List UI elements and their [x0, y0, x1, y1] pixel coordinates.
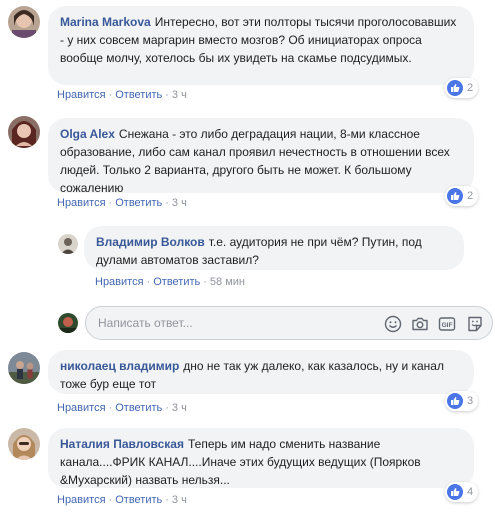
comment-bubble: Olga Alex Снежана - это либо деградация н…: [48, 118, 474, 195]
comment-time[interactable]: 3 ч: [172, 89, 187, 101]
like-icon: [447, 484, 463, 500]
reaction-number: 3: [467, 395, 474, 407]
avatar[interactable]: [8, 6, 40, 38]
reply-input[interactable]: Написать ответ... GIF: [85, 306, 493, 340]
comment-author[interactable]: Olga Alex: [60, 127, 115, 141]
comment-actions: Нравится · Ответить · 58 мин: [95, 276, 245, 288]
avatar[interactable]: [58, 234, 78, 254]
reaction-count[interactable]: 2: [445, 186, 479, 206]
comment-bubble: Владимир Волков т.е. аудитория не при чём…: [84, 226, 464, 270]
like-link[interactable]: Нравится: [57, 89, 106, 101]
comment-author[interactable]: Наталия Павловская: [60, 437, 184, 451]
comment-author[interactable]: Marina Markova: [60, 15, 151, 29]
reaction-number: 4: [467, 486, 474, 498]
gif-icon[interactable]: GIF: [437, 314, 457, 334]
avatar[interactable]: [8, 428, 40, 460]
reply-link[interactable]: Ответить: [115, 494, 162, 506]
reply-link[interactable]: Ответить: [115, 402, 162, 414]
comment-time[interactable]: 58 мин: [210, 276, 245, 288]
comment-bubble: Наталия Павловская Теперь им надо сменить…: [48, 428, 474, 488]
comment-text: Снежана - это либо деградация нации, 8-м…: [60, 127, 450, 195]
reaction-count[interactable]: 3: [445, 391, 479, 411]
reply-placeholder: Написать ответ...: [98, 316, 193, 330]
comment-author[interactable]: николаец владимир: [60, 359, 179, 373]
like-link[interactable]: Нравится: [57, 197, 106, 209]
like-icon: [447, 80, 463, 96]
reaction-count[interactable]: 4: [445, 482, 479, 502]
comment-actions: Нравится · Ответить · 3 ч: [57, 197, 187, 209]
like-icon: [447, 393, 463, 409]
emoji-icon[interactable]: [383, 314, 403, 334]
current-user-avatar: [58, 313, 78, 333]
sticker-icon[interactable]: [465, 314, 485, 334]
comment-bubble: николаец владимир дно не так уж далеко, к…: [48, 350, 474, 394]
svg-text:GIF: GIF: [442, 322, 453, 329]
reply-link[interactable]: Ответить: [115, 197, 162, 209]
reply-link[interactable]: Ответить: [153, 276, 200, 288]
comment-bubble: Marina Markova Интересно, вот эти полторы…: [48, 6, 474, 85]
comment-time[interactable]: 3 ч: [172, 197, 187, 209]
camera-icon[interactable]: [410, 314, 430, 334]
comment-time[interactable]: 3 ч: [172, 494, 187, 506]
like-icon: [447, 188, 463, 204]
like-link[interactable]: Нравится: [95, 276, 144, 288]
reaction-count[interactable]: 2: [445, 78, 479, 98]
comment-actions: Нравится · Ответить · 3 ч: [57, 89, 187, 101]
like-link[interactable]: Нравится: [57, 494, 106, 506]
comment-actions: Нравится · Ответить · 3 ч: [57, 402, 187, 414]
reaction-number: 2: [467, 190, 474, 202]
comment-author[interactable]: Владимир Волков: [96, 235, 205, 249]
comment-actions: Нравится · Ответить · 3 ч: [57, 494, 187, 506]
avatar[interactable]: [8, 116, 40, 148]
reply-link[interactable]: Ответить: [115, 89, 162, 101]
avatar[interactable]: [8, 352, 40, 384]
like-link[interactable]: Нравится: [57, 402, 106, 414]
reaction-number: 2: [467, 82, 474, 94]
comment-time[interactable]: 3 ч: [172, 402, 187, 414]
